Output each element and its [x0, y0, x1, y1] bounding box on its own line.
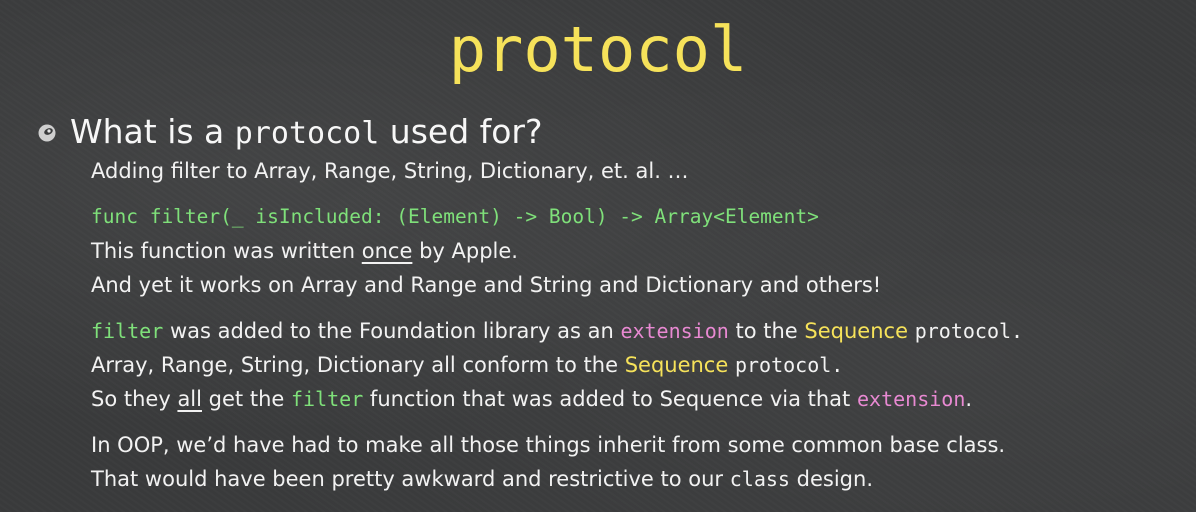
line-oop: In OOP, we’d have had to make all those … — [91, 433, 1006, 457]
line6-sequence: Sequence — [624, 353, 729, 377]
line3-text-a: This function was written — [91, 239, 356, 263]
line9-class-code: class — [729, 467, 790, 491]
line-all-get-filter: So they all get the filter function that… — [91, 383, 972, 415]
line-adding-filter: Adding filter to Array, Range, String, D… — [91, 159, 689, 183]
line7-filter-code: filter — [290, 387, 364, 411]
line5-text-b: was added to the Foundation library as a… — [169, 319, 614, 343]
line5-text-d: to the — [735, 319, 798, 343]
line-conform: Array, Range, String, Dictionary all con… — [91, 349, 843, 381]
line7-period: . — [965, 387, 973, 411]
line6-protocol-code: protocol. — [734, 353, 844, 377]
line6-text-a: Array, Range, String, Dictionary all con… — [91, 353, 618, 377]
line7-text-c: get the — [208, 387, 285, 411]
line3-underlined-once: once — [361, 239, 413, 263]
bullet-icon — [38, 124, 56, 142]
line9-text-c: design. — [796, 467, 873, 491]
code-filter-signature: func filter(_ isIncluded: (Element) -> B… — [91, 205, 819, 228]
line-written-once: This function was written once by Apple. — [91, 235, 518, 267]
bullet-heading-row: What is a protocol used for? — [36, 111, 543, 155]
line7-text-a: So they — [91, 387, 171, 411]
line-filter-added: filter was added to the Foundation libra… — [91, 315, 1023, 347]
line7-extension-code: extension — [856, 387, 966, 411]
line7-underlined-all: all — [177, 387, 202, 411]
line5-sequence: Sequence — [804, 319, 909, 343]
bullet-heading: What is a protocol used for? — [70, 110, 543, 156]
line3-text-c: by Apple. — [419, 239, 518, 263]
heading-text-1: What is a — [70, 112, 225, 151]
heading-text-2: used for? — [389, 112, 543, 151]
line-works-on: And yet it works on Array and Range and … — [91, 273, 882, 297]
line5-extension-code: extension — [620, 319, 729, 343]
line5-protocol-code: protocol. — [914, 319, 1024, 343]
line5-filter-code: filter — [91, 319, 164, 343]
line-awkward: That would have been pretty awkward and … — [91, 463, 873, 495]
line7-text-e: function that was added to Sequence via … — [369, 387, 851, 411]
line9-text-a: That would have been pretty awkward and … — [91, 467, 724, 491]
slide-title: protocol — [448, 13, 748, 86]
heading-code-protocol: protocol — [234, 116, 380, 151]
